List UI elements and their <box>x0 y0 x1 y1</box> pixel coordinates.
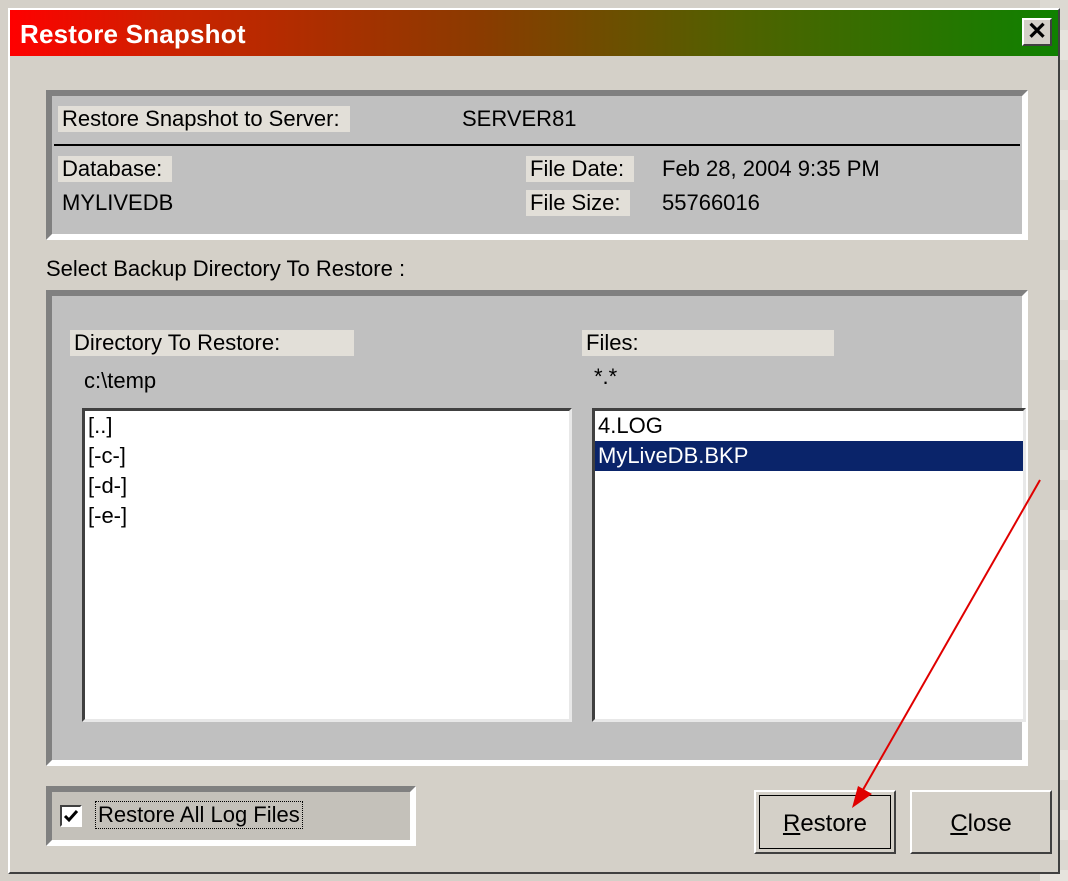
directory-path: c:\temp <box>84 368 157 393</box>
directory-item[interactable]: [..] <box>85 411 569 441</box>
directory-item[interactable]: [-e-] <box>85 501 569 531</box>
directory-browser-panel: Directory To Restore: c:\temp Files: *.*… <box>46 290 1028 766</box>
file-item-selected[interactable]: MyLiveDB.BKP <box>595 441 1023 471</box>
restore-all-logs-label[interactable]: Restore All Log Files <box>95 801 303 829</box>
file-item[interactable]: 4.LOG <box>595 411 1023 441</box>
close-mnemonic: C <box>950 810 968 837</box>
restore-label: estore <box>800 810 868 837</box>
options-panel: Restore All Log Files <box>46 786 416 846</box>
close-window-button[interactable]: ✕ <box>1022 18 1052 46</box>
close-label: lose <box>967 810 1012 837</box>
close-icon: ✕ <box>1026 18 1048 45</box>
directory-item[interactable]: [-c-] <box>85 441 569 471</box>
restore-mnemonic: R <box>782 810 801 837</box>
summary-panel: Restore Snapshot to Server: SERVER81 Dat… <box>46 90 1028 240</box>
directory-item[interactable]: [-d-] <box>85 471 569 501</box>
title-bar[interactable]: Restore Snapshot ✕ <box>10 10 1058 56</box>
server-value: SERVER81 <box>462 106 577 131</box>
directory-list[interactable]: [..] [-c-] [-d-] [-e-] <box>82 408 572 722</box>
restore-all-logs-checkbox[interactable] <box>60 805 82 827</box>
files-list[interactable]: 4.LOG MyLiveDB.BKP <box>592 408 1026 722</box>
file-date-label: File Date: <box>526 156 635 182</box>
file-date-value: Feb 28, 2004 9:35 PM <box>662 156 880 181</box>
close-button[interactable]: Close <box>910 790 1052 854</box>
database-label: Database: <box>58 156 173 182</box>
window-title: Restore Snapshot <box>20 19 246 49</box>
summary-divider <box>54 144 1020 146</box>
files-filter: *.* <box>594 364 618 389</box>
directory-label: Directory To Restore: <box>70 330 354 356</box>
server-label: Restore Snapshot to Server: <box>58 106 350 132</box>
restore-button[interactable]: Restore <box>754 790 896 854</box>
file-size-value: 55766016 <box>662 190 760 215</box>
checkmark-icon <box>63 810 79 823</box>
file-size-label: File Size: <box>526 190 631 216</box>
select-directory-label: Select Backup Directory To Restore : <box>46 256 406 281</box>
restore-snapshot-dialog: Restore Snapshot ✕ Restore Snapshot to S… <box>8 8 1060 874</box>
files-label: Files: <box>582 330 834 356</box>
database-value: MYLIVEDB <box>62 190 174 215</box>
